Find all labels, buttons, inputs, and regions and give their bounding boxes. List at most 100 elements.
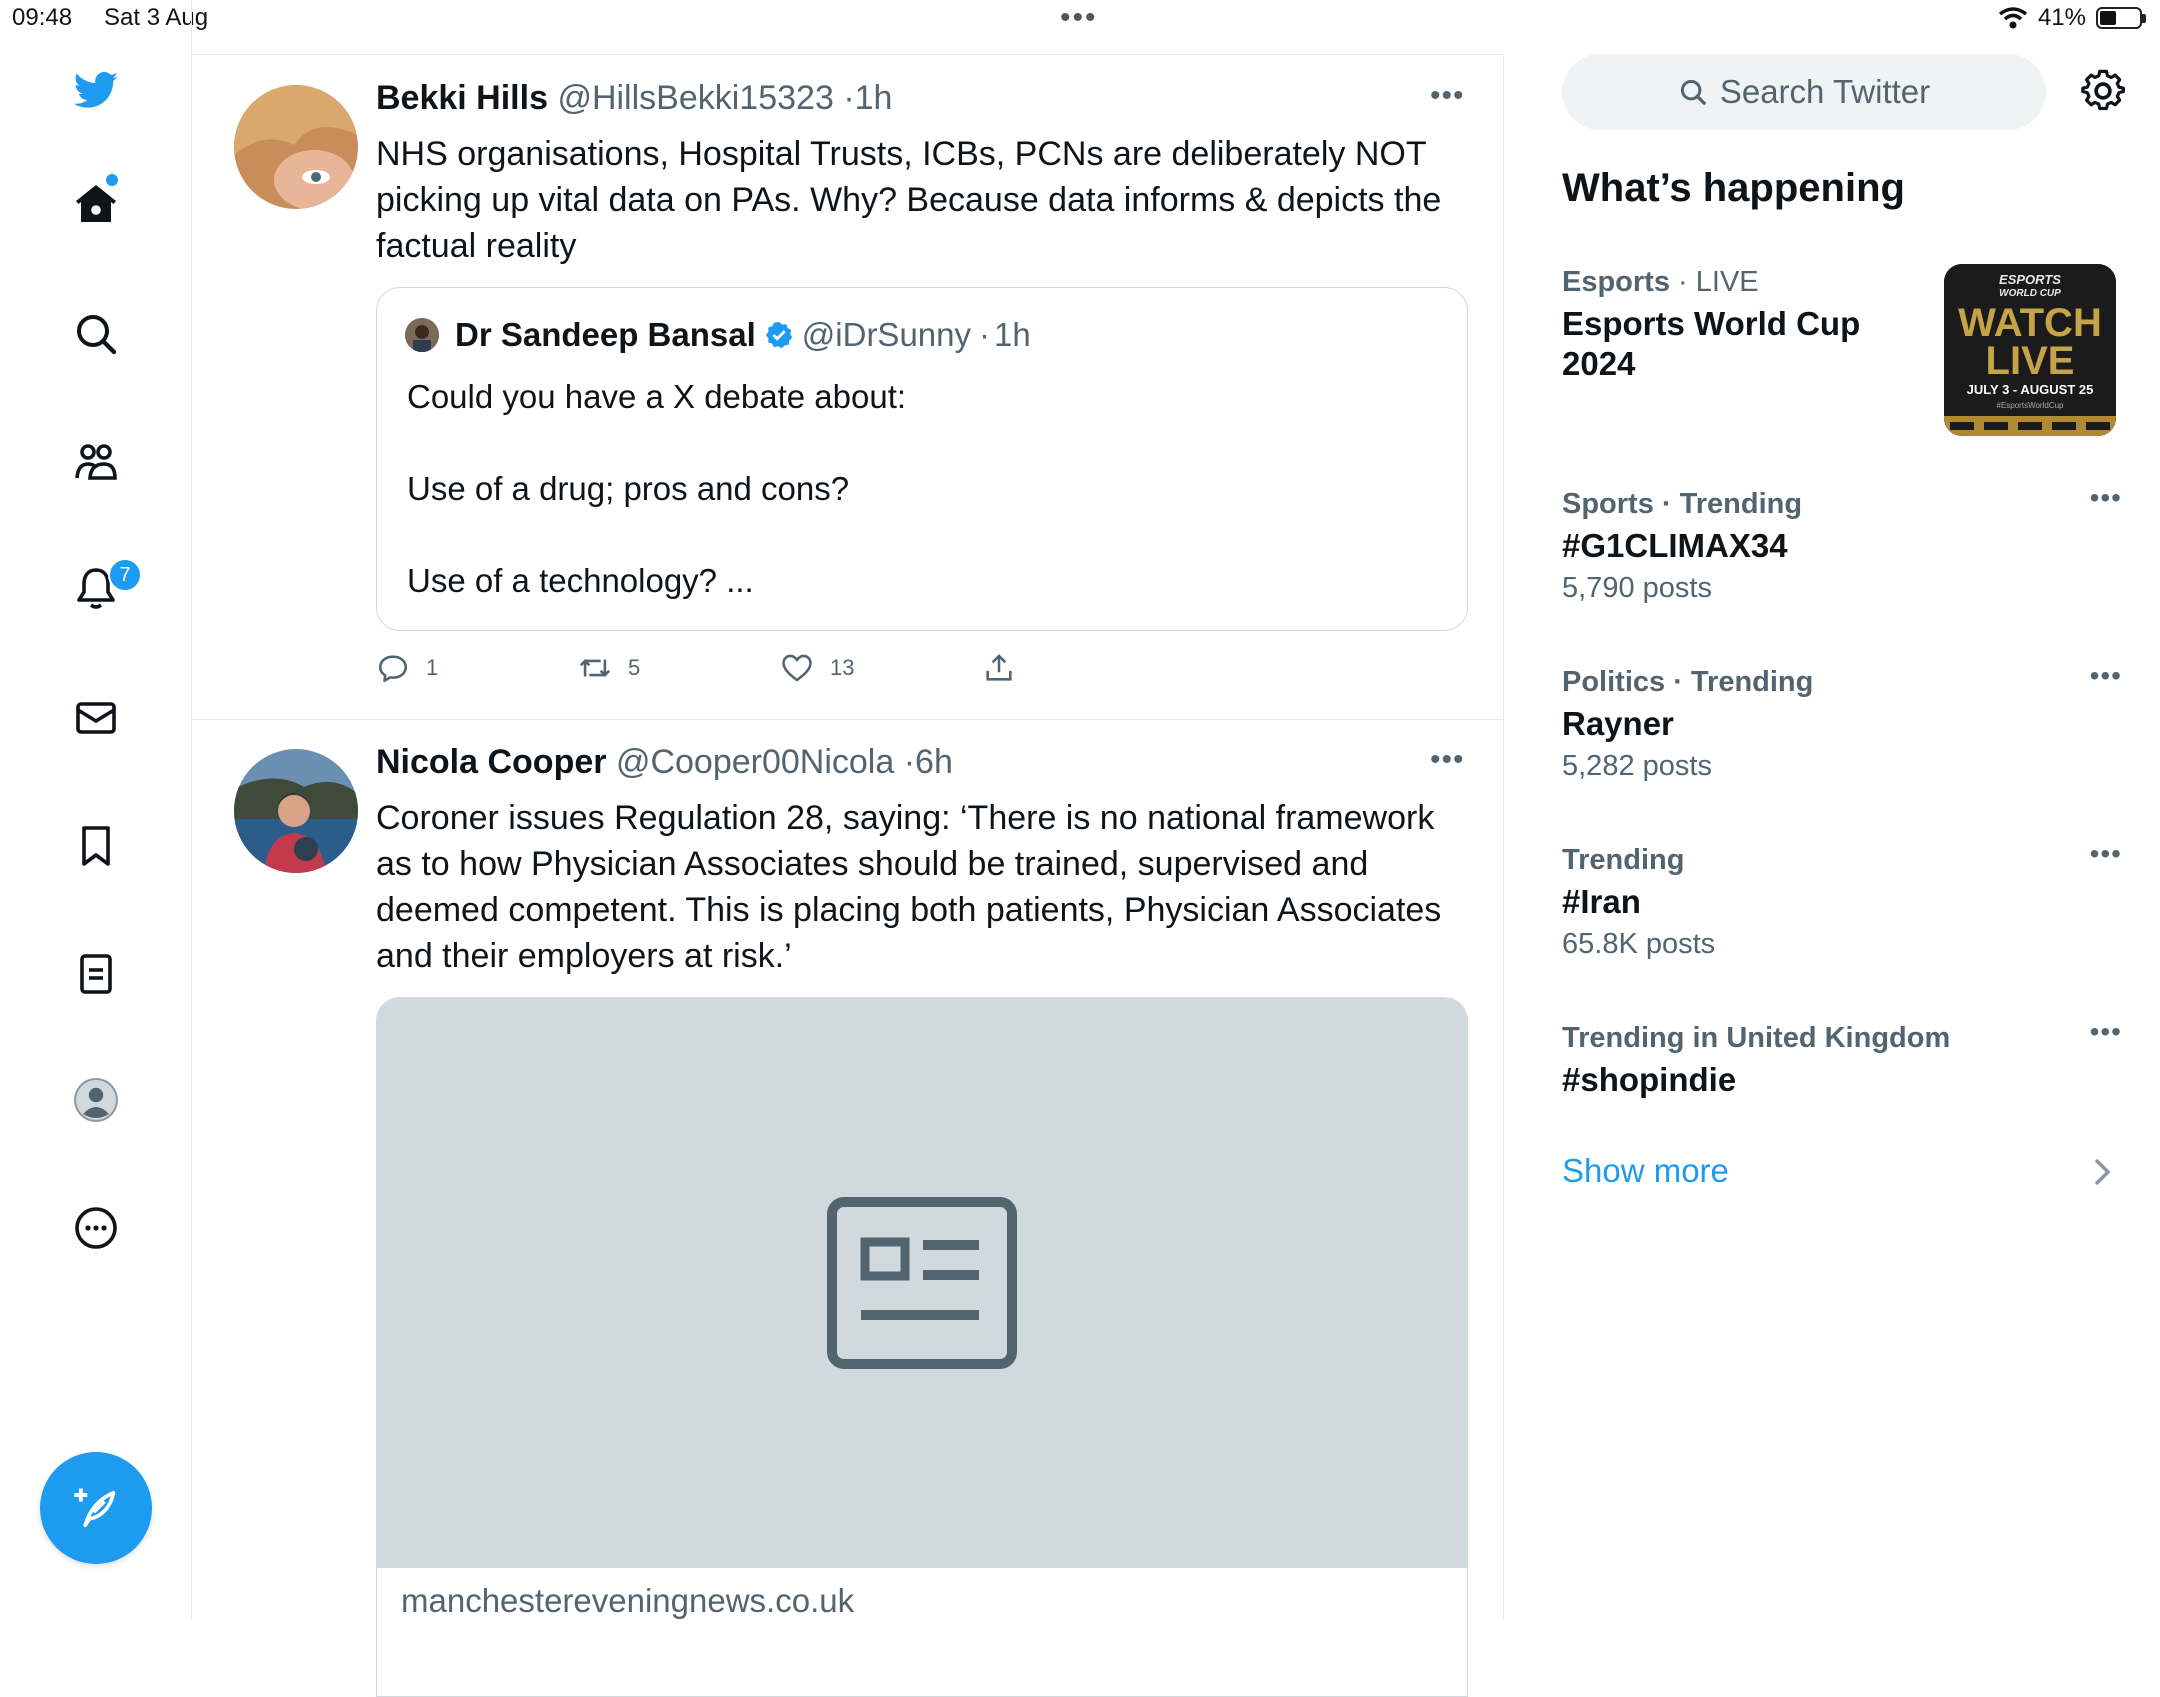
gear-icon — [2081, 69, 2125, 111]
trend-category: Esports · LIVE — [1562, 266, 1759, 298]
trend-name: Esports World Cup 2024 — [1562, 305, 1861, 382]
settings-button[interactable] — [2080, 68, 2126, 114]
search-bar[interactable]: Search Twitter — [1562, 54, 2046, 130]
tweet-more-button[interactable]: ••• — [1430, 743, 1465, 777]
quoted-author-handle: @iDrSunny — [801, 316, 972, 353]
left-navigation: 7 — [0, 0, 192, 1620]
nav-explore[interactable] — [64, 302, 128, 366]
share-button[interactable] — [982, 651, 1184, 685]
trend-image[interactable]: ESPORTS WORLD CUP WATCH LIVE JULY 3 - AU… — [1944, 264, 2116, 436]
quoted-text-line: Use of a technology? ... — [407, 562, 754, 599]
nav-messages[interactable] — [64, 686, 128, 750]
reply-icon — [378, 655, 408, 683]
quoted-avatar — [405, 318, 439, 352]
avatar[interactable] — [234, 749, 358, 873]
trend-item[interactable]: Trending in United Kingdom #shopindie ••… — [1562, 1016, 2122, 1100]
tweet-text: Coroner issues Regulation 28, saying: ‘T… — [376, 799, 1442, 975]
feather-plus-icon — [74, 1488, 116, 1528]
nav-profile[interactable] — [64, 1068, 128, 1132]
quoted-time: 1h — [994, 316, 1031, 353]
reply-count: 1 — [426, 655, 439, 680]
avatar[interactable] — [234, 85, 358, 209]
search-icon — [1680, 79, 1706, 105]
battery-nub — [2142, 13, 2146, 23]
twitter-logo-icon[interactable] — [64, 58, 128, 122]
separator-dot: · — [903, 743, 916, 781]
trend-category: Trending in United Kingdom — [1562, 1022, 1951, 1054]
trend-more-button[interactable]: ••• — [2090, 1016, 2122, 1048]
trend-category: Politics · Trending — [1562, 666, 1814, 698]
retweet-count: 5 — [628, 655, 641, 680]
image-text: LIVE — [1986, 339, 2075, 383]
separator-dot: · — [979, 316, 991, 353]
trend-live-label: LIVE — [1695, 266, 1759, 298]
heart-icon — [782, 654, 812, 682]
trend-name: #Iran — [1562, 883, 1641, 920]
tweet-header: Bekki Hills @HillsBekki15323 ·1h — [376, 79, 892, 118]
trend-item[interactable]: Trending #Iran 65.8K posts ••• — [1562, 838, 2122, 966]
trend-item[interactable]: Politics · Trending Rayner 5,282 posts •… — [1562, 660, 2122, 788]
image-strip-pattern — [1950, 422, 2110, 430]
trend-count: 65.8K posts — [1562, 928, 1716, 960]
trend-more-button[interactable]: ••• — [2090, 482, 2122, 514]
image-text: WORLD CUP — [1999, 288, 2061, 299]
like-button[interactable]: 13 — [780, 651, 982, 685]
profile-avatar-icon — [74, 1078, 118, 1122]
more-circle-icon — [75, 1207, 117, 1249]
link-card[interactable]: manchestereveningnews.co.uk — [376, 997, 1468, 1697]
nav-communities[interactable] — [64, 430, 128, 494]
trend-item[interactable]: Sports · Trending #G1CLIMAX34 5,790 post… — [1562, 482, 2122, 610]
battery-icon — [2096, 7, 2142, 29]
battery-percent: 41% — [2037, 4, 2086, 31]
timeline: Bekki Hills @HillsBekki15323 ·1h ••• NHS… — [192, 54, 1504, 1697]
tweet-divider — [192, 719, 1504, 720]
share-icon — [986, 654, 1012, 681]
trend-more-button[interactable]: ••• — [2090, 838, 2122, 870]
tweet-header: Nicola Cooper @Cooper00Nicola ·6h — [376, 743, 953, 782]
image-text: JULY 3 - AUGUST 25 — [1967, 382, 2094, 397]
communities-icon — [75, 444, 117, 480]
image-text: #EsportsWorldCup — [1997, 401, 2065, 410]
nav-home[interactable] — [64, 172, 128, 236]
status-right: 41% — [1998, 4, 2146, 32]
author-name[interactable]: Nicola Cooper — [376, 743, 606, 781]
bookmark-icon — [82, 826, 110, 866]
quoted-text-line: Use of a drug; pros and cons? — [407, 470, 850, 507]
search-placeholder: Search Twitter — [1719, 73, 1931, 110]
trend-name: Rayner — [1562, 705, 1674, 742]
compose-tweet-button[interactable] — [40, 1452, 152, 1564]
battery-fill — [2100, 11, 2116, 25]
trend-name: #shopindie — [1562, 1061, 1737, 1098]
home-icon — [76, 185, 116, 222]
multitasking-dots-icon[interactable]: ••• — [1060, 3, 1098, 33]
nav-lists[interactable] — [64, 942, 128, 1006]
image-text: ESPORTS — [1999, 272, 2061, 287]
nav-more[interactable] — [64, 1196, 128, 1260]
quoted-author-name: Dr Sandeep Bansal — [455, 316, 756, 353]
reply-button[interactable]: 1 — [376, 651, 578, 685]
like-count: 13 — [830, 655, 855, 680]
author-handle[interactable]: @Cooper00Nicola — [616, 743, 894, 781]
chevron-right-icon — [2094, 1158, 2111, 1186]
article-placeholder-icon — [827, 1197, 1017, 1369]
trend-item[interactable]: Esports · LIVE Esports World Cup 2024 — [1562, 260, 1922, 384]
separator-dot: · — [843, 79, 855, 117]
nav-bookmarks[interactable] — [64, 814, 128, 878]
retweet-button[interactable]: 5 — [578, 651, 780, 685]
quoted-text-line: Could you have a X debate about: — [407, 378, 907, 415]
tweet-more-button[interactable]: ••• — [1430, 79, 1465, 113]
trend-more-button[interactable]: ••• — [2090, 660, 2122, 692]
tweet-time[interactable]: 1h — [855, 79, 893, 117]
envelope-icon — [76, 702, 116, 734]
author-handle[interactable]: @HillsBekki15323 — [557, 79, 833, 117]
author-name[interactable]: Bekki Hills — [376, 79, 548, 117]
tweet-time[interactable]: 6h — [915, 743, 953, 781]
quoted-tweet[interactable]: Dr Sandeep Bansal @iDrSunny · 1h Could yo… — [376, 287, 1468, 631]
home-unread-dot — [106, 174, 118, 186]
verified-badge-icon — [765, 321, 793, 349]
show-more-link[interactable]: Show more — [1562, 1152, 1729, 1190]
link-card-image — [377, 998, 1467, 1568]
trend-category: Sports · Trending — [1562, 488, 1803, 520]
lists-icon — [80, 954, 112, 994]
trend-category: Trending — [1562, 844, 1685, 876]
